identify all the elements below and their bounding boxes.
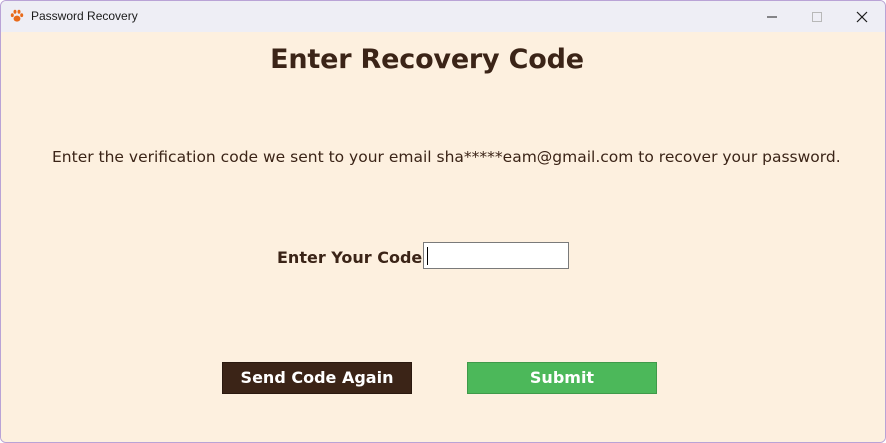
app-window: Password Recovery Enter Recovery Code En… [0,0,886,443]
paw-icon [10,9,24,23]
send-code-again-button[interactable]: Send Code Again [222,362,412,394]
page-title: Enter Recovery Code [270,44,584,75]
code-input[interactable] [423,242,569,269]
maximize-button[interactable] [794,1,840,32]
minimize-icon [767,16,777,18]
submit-button[interactable]: Submit [467,362,657,394]
recovery-form: Enter Recovery Code Enter the verificati… [1,32,885,442]
text-caret [427,247,428,265]
close-icon [856,11,868,23]
window-title: Password Recovery [31,9,138,23]
minimize-button[interactable] [749,1,795,32]
close-button[interactable] [839,1,885,32]
maximize-icon [812,12,822,22]
title-bar[interactable]: Password Recovery [1,1,885,32]
code-label: Enter Your Code [277,248,423,267]
instruction-text: Enter the verification code we sent to y… [52,148,841,166]
